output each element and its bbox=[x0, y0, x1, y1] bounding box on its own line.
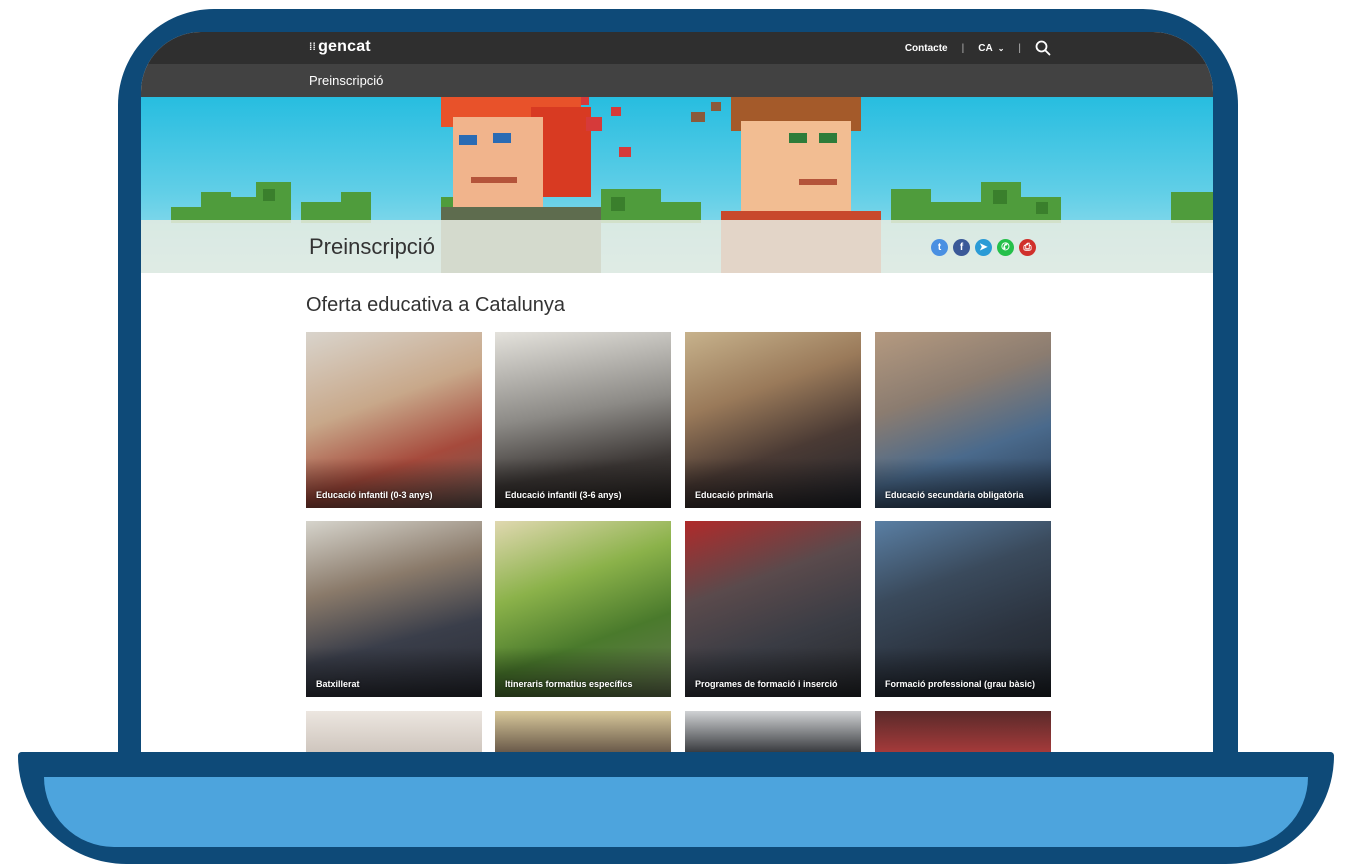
card-label: Educació infantil (3-6 anys) bbox=[505, 490, 622, 500]
page-title: Preinscripció bbox=[309, 234, 435, 259]
card-label: Formació professional (grau bàsic) bbox=[885, 679, 1036, 689]
hero-banner: Preinscripció t f ➤ ✆ ⎙ bbox=[141, 97, 1213, 273]
language-label: CA bbox=[978, 42, 993, 54]
card-row3-4[interactable] bbox=[875, 711, 1051, 752]
section-title: Oferta educativa a Catalunya bbox=[306, 294, 566, 316]
nav-separator: | bbox=[961, 42, 965, 54]
card-secundaria[interactable]: Educació secundària obligatòria bbox=[875, 332, 1051, 508]
section-header-bar: Preinscripció bbox=[141, 64, 1213, 97]
nav-separator: | bbox=[1018, 42, 1021, 54]
card-label: Educació infantil (0-3 anys) bbox=[316, 490, 433, 500]
hero-title-band bbox=[141, 220, 1213, 273]
card-label: Educació secundària obligatòria bbox=[885, 490, 1024, 500]
card-row3-2[interactable] bbox=[495, 711, 671, 752]
laptop-screen: ⁞⁞ gencat Contacte | CA ⌄ | Preinscripció bbox=[141, 32, 1213, 752]
card-infantil-0-3[interactable]: Educació infantil (0-3 anys) bbox=[306, 332, 482, 508]
telegram-icon[interactable]: ➤ bbox=[975, 239, 992, 256]
card-programes-formacio[interactable]: Programes de formació i inserció bbox=[685, 521, 861, 697]
section-header-title[interactable]: Preinscripció bbox=[309, 73, 383, 88]
contact-link[interactable]: Contacte bbox=[905, 43, 948, 54]
card-batxillerat[interactable]: Batxillerat bbox=[306, 521, 482, 697]
chevron-down-icon: ⌄ bbox=[997, 43, 1005, 53]
card-formacio-professional[interactable]: Formació professional (grau bàsic) bbox=[875, 521, 1051, 697]
card-row3-3[interactable] bbox=[685, 711, 861, 752]
card-label: Educació primària bbox=[695, 490, 774, 500]
facebook-icon[interactable]: f bbox=[953, 239, 970, 256]
gencat-logo-mark: ⁞⁞ bbox=[309, 42, 317, 53]
card-itineraris[interactable]: Itineraris formatius específics bbox=[495, 521, 671, 697]
gencat-logo-text: gencat bbox=[318, 38, 371, 55]
card-infantil-3-6[interactable]: Educació infantil (3-6 anys) bbox=[495, 332, 671, 508]
laptop-base-panel bbox=[44, 777, 1308, 847]
card-primaria[interactable]: Educació primària bbox=[685, 332, 861, 508]
top-navigation-bar: ⁞⁞ gencat Contacte | CA ⌄ | bbox=[141, 32, 1213, 64]
share-buttons: t f ➤ ✆ ⎙ bbox=[931, 239, 1036, 256]
whatsapp-icon[interactable]: ✆ bbox=[997, 239, 1014, 256]
search-icon[interactable] bbox=[1035, 40, 1051, 56]
gencat-logo[interactable]: ⁞⁞ gencat bbox=[309, 38, 371, 56]
card-label: Itineraris formatius específics bbox=[505, 679, 633, 689]
card-label: Programes de formació i inserció bbox=[695, 679, 838, 689]
card-row3-1[interactable] bbox=[306, 711, 482, 752]
language-selector[interactable]: CA ⌄ bbox=[978, 43, 1004, 54]
print-icon[interactable]: ⎙ bbox=[1019, 239, 1036, 256]
top-nav-links: Contacte | CA ⌄ | bbox=[905, 32, 1051, 64]
twitter-icon[interactable]: t bbox=[931, 239, 948, 256]
card-label: Batxillerat bbox=[316, 679, 360, 689]
